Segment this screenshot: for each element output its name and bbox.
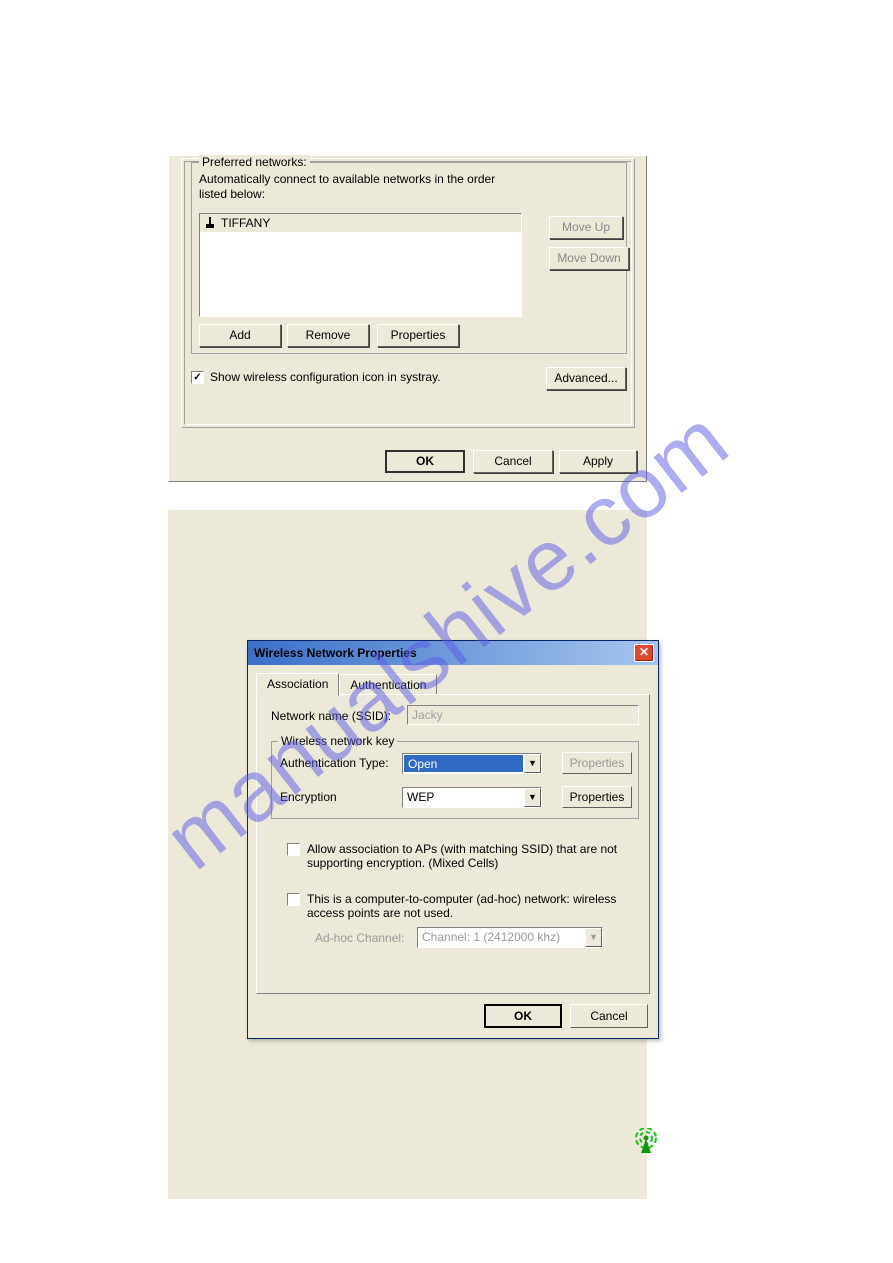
adhoc-channel-select[interactable]: Channel: 1 (2412000 khz) ▼	[417, 927, 603, 948]
encryption-value: WEP	[403, 788, 524, 807]
wireless-key-legend: Wireless network key	[278, 734, 397, 748]
systray-checkbox-row: ✓ Show wireless configuration icon in sy…	[191, 370, 441, 384]
tab-association[interactable]: Association	[256, 673, 339, 696]
tab-body: Network name (SSID): Jacky Wireless netw…	[256, 694, 650, 994]
preferred-networks-panel: Preferred networks: Automatically connec…	[168, 156, 647, 482]
cancel-button[interactable]: Cancel	[473, 450, 553, 473]
network-name: TIFFANY	[221, 216, 270, 230]
tabstrip: Association Authentication	[256, 673, 437, 695]
tab-authentication[interactable]: Authentication	[339, 674, 437, 695]
auth-type-select[interactable]: Open ▼	[402, 753, 542, 774]
titlebar[interactable]: Wireless Network Properties ✕	[248, 641, 658, 665]
preferred-networks-list[interactable]: TIFFANY	[199, 213, 522, 317]
encryption-properties-button[interactable]: Properties	[562, 786, 632, 808]
add-button[interactable]: Add	[199, 324, 281, 347]
properties-button[interactable]: Properties	[377, 324, 459, 347]
auth-type-label: Authentication Type:	[280, 756, 389, 770]
chevron-down-icon[interactable]: ▼	[585, 928, 602, 947]
mixed-cells-checkbox[interactable]	[287, 843, 300, 856]
ok-button[interactable]: OK	[385, 450, 465, 473]
dialog-cancel-button[interactable]: Cancel	[570, 1004, 648, 1028]
move-up-button[interactable]: Move Up	[549, 216, 623, 239]
preferred-networks-description: Automatically connect to available netwo…	[199, 172, 519, 202]
ssid-label: Network name (SSID):	[271, 709, 391, 723]
close-icon: ✕	[639, 645, 649, 659]
auth-properties-button[interactable]: Properties	[562, 752, 632, 774]
remove-button[interactable]: Remove	[287, 324, 369, 347]
adhoc-channel-value: Channel: 1 (2412000 khz)	[418, 928, 585, 947]
encryption-label: Encryption	[280, 790, 337, 804]
advanced-button[interactable]: Advanced...	[546, 367, 626, 390]
chevron-down-icon[interactable]: ▼	[524, 754, 541, 773]
chevron-down-icon[interactable]: ▼	[524, 788, 541, 807]
encryption-select[interactable]: WEP ▼	[402, 787, 542, 808]
systray-checkbox-label: Show wireless configuration icon in syst…	[210, 370, 441, 384]
wireless-properties-dialog: Wireless Network Properties ✕ Associatio…	[247, 640, 659, 1039]
adhoc-label: This is a computer-to-computer (ad-hoc) …	[307, 892, 637, 920]
dialog-ok-button[interactable]: OK	[484, 1004, 562, 1028]
ssid-field[interactable]: Jacky	[407, 705, 639, 725]
dialog-title: Wireless Network Properties	[254, 646, 417, 660]
list-item[interactable]: TIFFANY	[200, 214, 521, 232]
adhoc-channel-label: Ad-hoc Channel:	[315, 931, 404, 945]
preferred-networks-legend: Preferred networks:	[199, 155, 310, 169]
systray-checkbox[interactable]: ✓	[191, 371, 204, 384]
auth-type-value: Open	[404, 755, 523, 772]
adhoc-checkbox[interactable]	[287, 893, 300, 906]
antenna-icon	[205, 217, 215, 229]
wireless-key-group: Wireless network key Authentication Type…	[271, 741, 639, 819]
systray-antenna-icon	[633, 1128, 659, 1154]
move-down-button[interactable]: Move Down	[549, 247, 629, 270]
apply-button[interactable]: Apply	[559, 450, 637, 473]
mixed-cells-label: Allow association to APs (with matching …	[307, 842, 627, 870]
close-button[interactable]: ✕	[634, 644, 654, 662]
